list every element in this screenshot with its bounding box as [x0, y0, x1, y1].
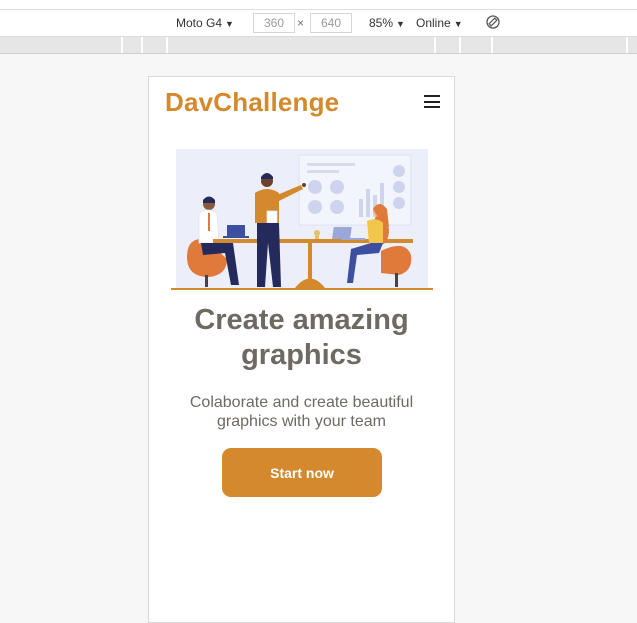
headline-line-1: Create amazing — [194, 304, 409, 336]
height-input[interactable]: 640 — [310, 13, 352, 33]
start-now-button[interactable]: Start now — [222, 448, 382, 497]
network-throttle-select[interactable]: Online ▼ — [416, 15, 463, 32]
hamburger-menu-icon[interactable] — [424, 95, 440, 109]
hero-headline: Create amazing graphics — [149, 303, 454, 373]
device-caret-icon: ▼ — [225, 19, 234, 29]
network-caret-icon: ▼ — [453, 19, 463, 29]
site-logo[interactable]: DavChallenge — [165, 87, 339, 118]
rotate-icon[interactable] — [485, 14, 501, 30]
dimension-separator: × — [297, 16, 305, 30]
ruler-tick — [434, 37, 436, 53]
ruler-tick — [166, 37, 168, 53]
ruler-tick — [141, 37, 143, 53]
zoom-select[interactable]: 85% ▼ — [369, 15, 405, 32]
team-meeting-illustration — [171, 149, 433, 290]
browser-top-strip — [0, 0, 637, 10]
hero-subtext: Colaborate and create beautiful graphics… — [149, 393, 454, 431]
network-value: Online — [416, 16, 451, 30]
ruler-tick — [626, 37, 628, 53]
device-name: Moto G4 — [176, 16, 223, 30]
media-query-ruler[interactable] — [0, 37, 637, 54]
mobile-viewport: DavChallenge Create amazing graphics Col… — [148, 76, 455, 623]
ruler-tick — [459, 37, 461, 53]
zoom-caret-icon: ▼ — [396, 19, 405, 29]
device-select[interactable]: Moto G4 ▼ — [176, 15, 234, 32]
subtext-line-1: Colaborate and create beautiful — [189, 394, 414, 411]
ruler-tick — [491, 37, 493, 53]
headline-line-2: graphics — [241, 339, 362, 371]
ruler-tick — [121, 37, 123, 53]
width-input[interactable]: 360 — [253, 13, 295, 33]
device-toolbar: Moto G4 ▼ 360 × 640 85% ▼ Online ▼ — [0, 10, 637, 37]
subtext-line-2: graphics with your team — [217, 413, 386, 430]
zoom-value: 85% — [369, 16, 394, 30]
